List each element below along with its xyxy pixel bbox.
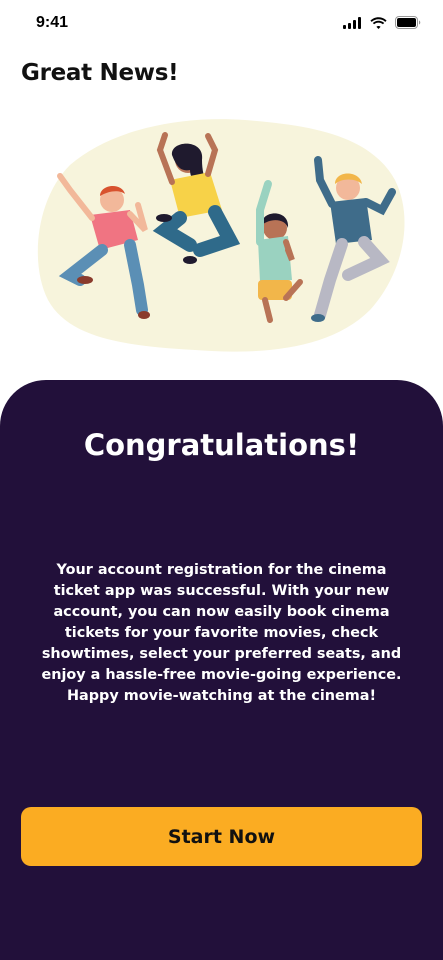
status-icons bbox=[343, 16, 421, 29]
start-now-button[interactable]: Start Now bbox=[21, 807, 422, 866]
card-message: Your account registration for the cinema… bbox=[41, 562, 402, 704]
wifi-icon bbox=[370, 16, 387, 29]
people-jumping-celebration-illustration bbox=[37, 119, 405, 352]
card-title: Congratulations! bbox=[83, 428, 360, 462]
battery-icon bbox=[395, 16, 421, 29]
status-bar: 9:41 bbox=[0, 0, 443, 48]
status-time: 9:41 bbox=[36, 14, 69, 31]
page-title: Great News! bbox=[21, 60, 179, 86]
congratulations-card: Congratulations! Your account registrati… bbox=[0, 380, 443, 960]
cellular-signal-icon bbox=[343, 16, 361, 29]
